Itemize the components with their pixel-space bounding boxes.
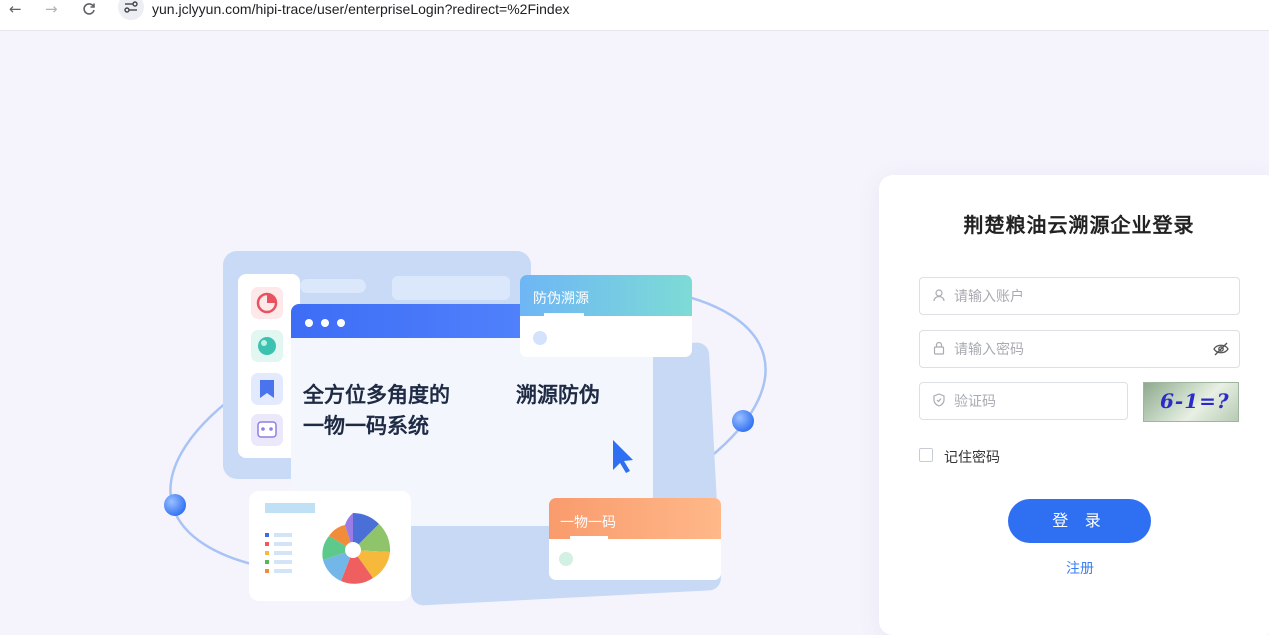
headline-right: 溯源防伪	[516, 383, 600, 407]
bookmark-app-icon	[251, 373, 283, 405]
lock-icon	[933, 341, 945, 355]
captcha-image[interactable]: 6-1=?	[1143, 382, 1239, 422]
remember-checkbox[interactable]	[919, 448, 933, 462]
headline-line1: 全方位多角度的	[302, 383, 450, 407]
account-field[interactable]	[919, 277, 1240, 316]
user-icon	[933, 289, 945, 302]
register-link[interactable]: 注册	[879, 558, 1269, 578]
captcha-input[interactable]	[952, 383, 1116, 421]
tag-top-label: 防伪溯源	[533, 291, 589, 307]
tag-bottom-label: 一物一码	[560, 515, 616, 531]
globe-app-icon	[251, 330, 283, 362]
card-app-icon	[251, 414, 283, 446]
remember-label[interactable]: 记住密码	[944, 447, 1000, 467]
login-title: 荆楚粮油云溯源企业登录	[963, 213, 1195, 237]
chart-app-icon	[251, 287, 283, 319]
password-input[interactable]	[952, 331, 1196, 369]
login-button[interactable]: 登 录	[1008, 499, 1151, 543]
account-input[interactable]	[952, 278, 1196, 316]
hero-illustration: 全方位多角度的 一物一码系统 溯源防伪 防伪溯源 一物一码	[164, 251, 767, 606]
eye-hidden-icon[interactable]	[1213, 342, 1229, 356]
orbit-ball-right	[732, 410, 754, 432]
headline-line2: 一物一码系统	[303, 414, 429, 438]
captcha-text: 6-1=?	[1160, 389, 1230, 413]
orbit-ball-left	[164, 494, 186, 516]
login-card: 荆楚粮油云溯源企业登录 6-1=? 记住密码 登 录 注册	[879, 175, 1269, 635]
captcha-field[interactable]	[919, 382, 1128, 421]
password-field[interactable]	[919, 330, 1240, 369]
shield-icon	[933, 393, 945, 407]
